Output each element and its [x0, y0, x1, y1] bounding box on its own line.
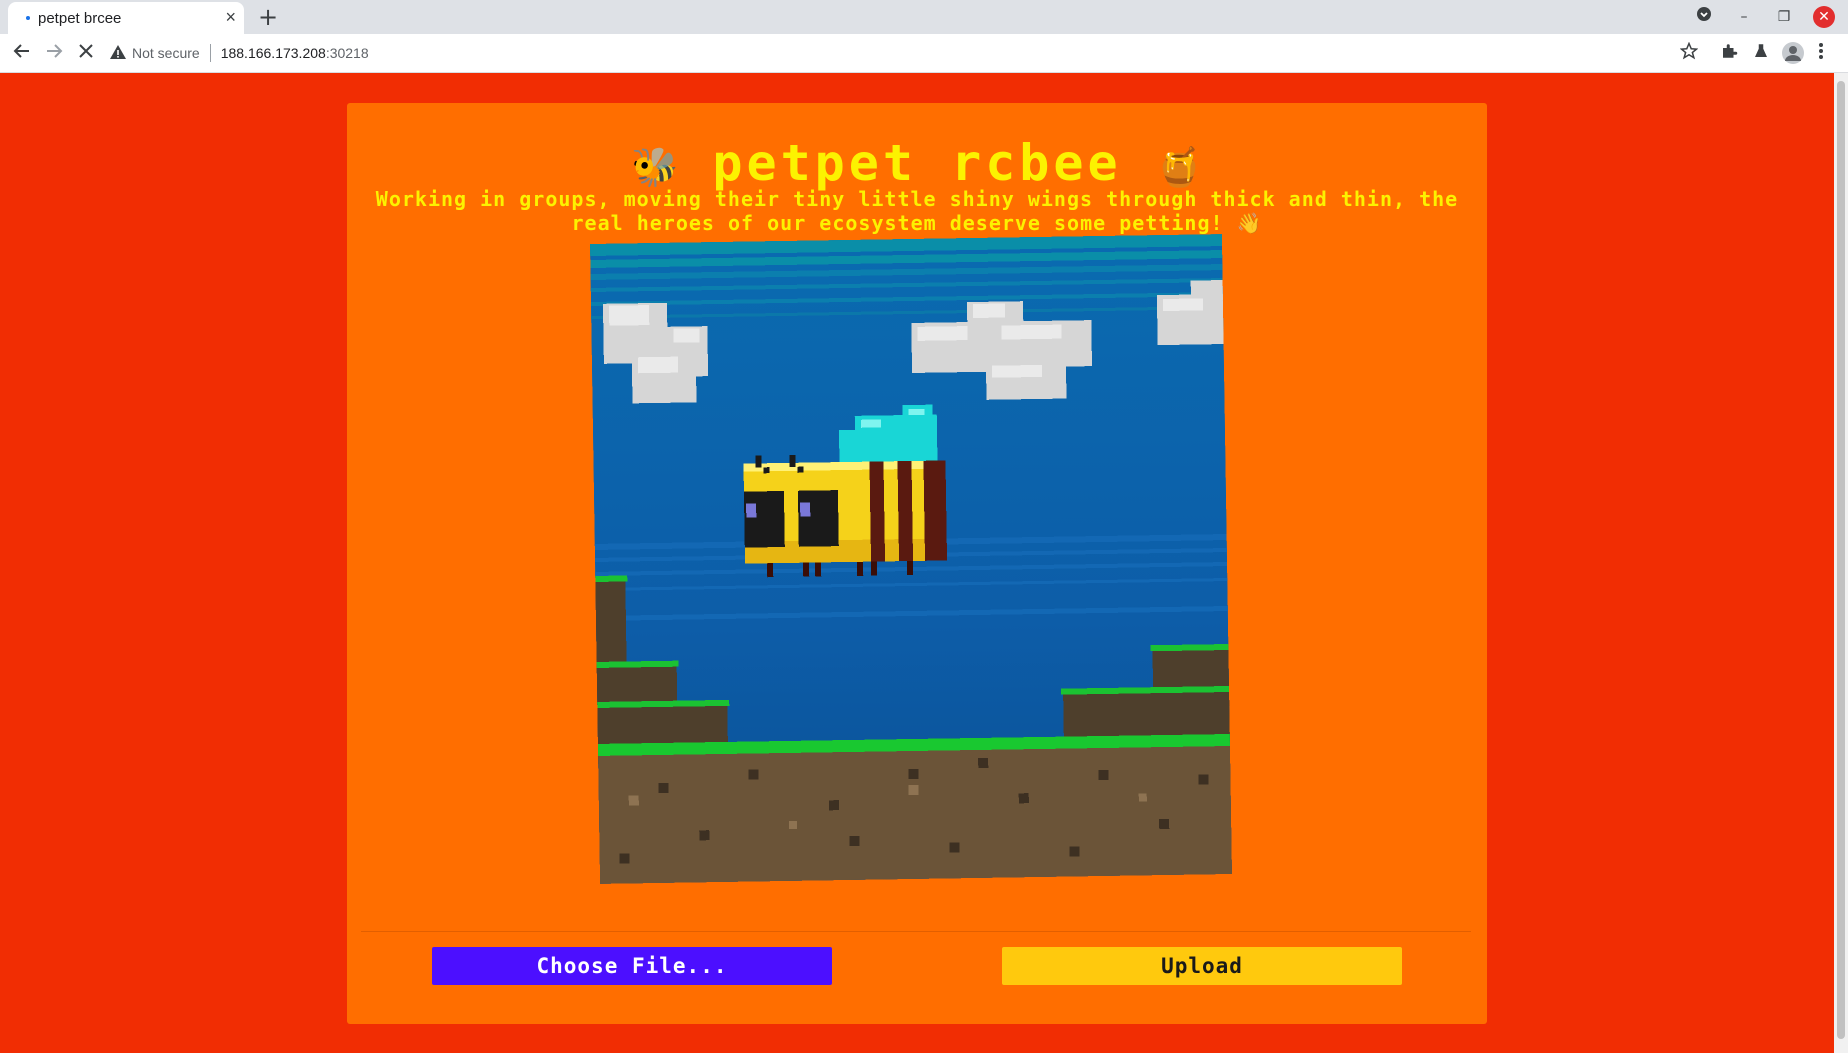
bee-pixel-art-image [590, 234, 1232, 884]
browser-toolbar: Not secure 188.166.173.208:30218 [0, 34, 1848, 73]
url-port[interactable]: :30218 [326, 45, 369, 61]
address-bar[interactable]: Not secure 188.166.173.208:30218 [110, 38, 1690, 68]
back-icon[interactable] [12, 41, 32, 66]
tab-search-icon[interactable] [1691, 6, 1717, 28]
labs-flask-icon[interactable] [1752, 42, 1770, 66]
form-divider [361, 931, 1471, 932]
bee-emoji-icon: 🐝 [630, 145, 679, 189]
extensions-puzzle-icon[interactable] [1720, 42, 1738, 66]
scrollbar-thumb[interactable] [1837, 81, 1845, 1039]
tab-title: petpet brcee [38, 9, 122, 27]
favicon-icon [26, 16, 30, 20]
restore-icon[interactable]: ❐ [1771, 6, 1797, 28]
warning-icon[interactable] [110, 44, 126, 62]
window-close-icon[interactable]: ✕ [1813, 6, 1835, 28]
browser-tab-strip: petpet brcee × + – ❐ ✕ [0, 0, 1848, 34]
browser-menu-kebab-icon[interactable] [1818, 42, 1824, 66]
tab-close-icon[interactable]: × [225, 8, 236, 26]
security-label[interactable]: Not secure [132, 45, 200, 61]
profile-avatar-icon[interactable] [1782, 42, 1804, 64]
upload-button[interactable]: Upload [1002, 947, 1402, 985]
url-host[interactable]: 188.166.173.208 [221, 45, 326, 61]
forward-icon[interactable] [44, 41, 64, 66]
bookmark-star-icon[interactable] [1679, 41, 1699, 66]
page-title: 🐝 petpet rcbee 🍯 [347, 135, 1487, 195]
page-viewport: 🐝 petpet rcbee 🍯 Working in groups, movi… [0, 73, 1848, 1053]
browser-tab[interactable]: petpet brcee × [8, 2, 244, 34]
minimize-icon[interactable]: – [1731, 6, 1757, 28]
page-subtitle: Working in groups, moving their tiny lit… [375, 187, 1459, 235]
new-tab-button[interactable]: + [258, 3, 278, 31]
stop-loading-icon[interactable] [76, 41, 96, 66]
choose-file-button[interactable]: Choose File... [432, 947, 832, 985]
page-title-text: petpet rcbee [712, 134, 1122, 192]
honey-pot-emoji-icon: 🍯 [1155, 145, 1204, 189]
page-scrollbar[interactable] [1834, 73, 1848, 1053]
url-separator [209, 44, 211, 62]
main-card: 🐝 petpet rcbee 🍯 Working in groups, movi… [347, 103, 1487, 1024]
